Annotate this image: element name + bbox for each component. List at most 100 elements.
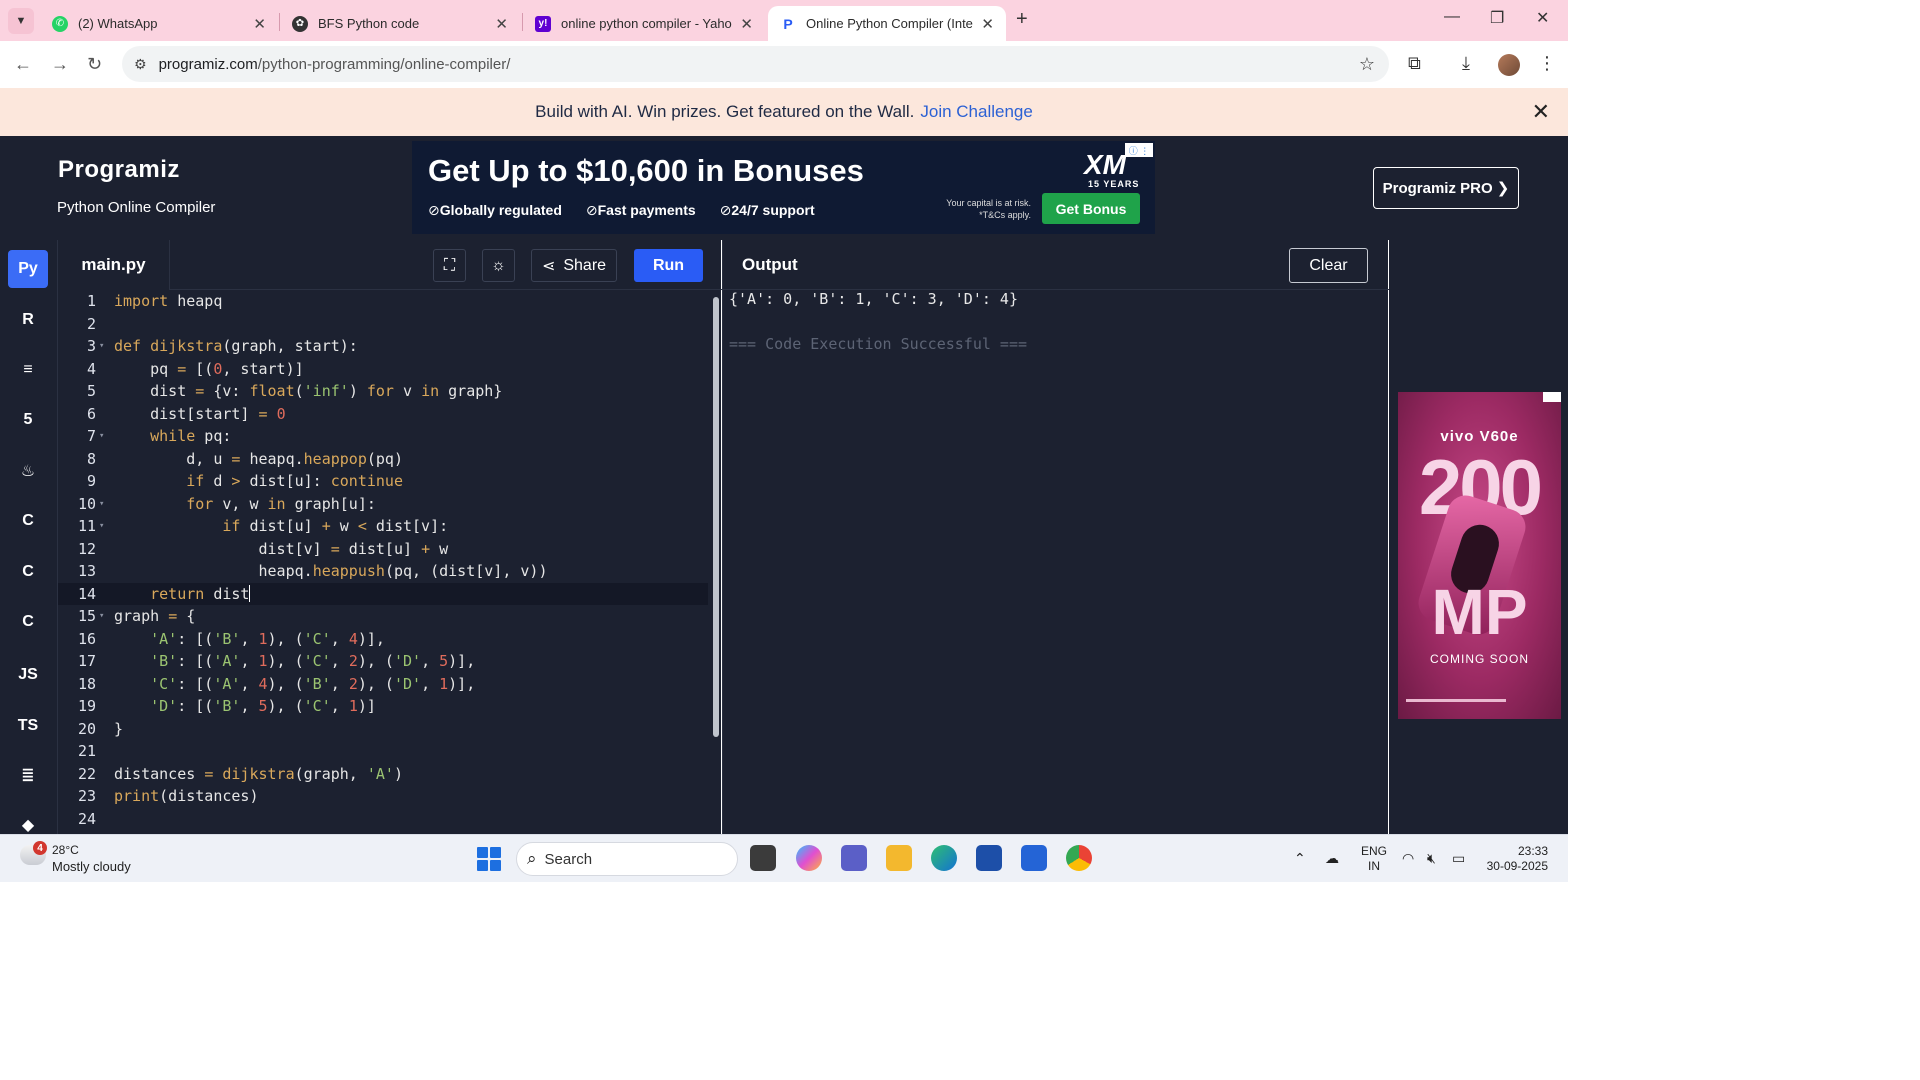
new-tab-button[interactable]: +: [1016, 8, 1028, 31]
code-line[interactable]: 19 'D': [('B', 5), ('C', 1)]: [58, 695, 708, 717]
language-indicator[interactable]: ENG IN: [1361, 844, 1387, 874]
fold-toggle-icon[interactable]: ▾: [99, 493, 104, 515]
ad-banner[interactable]: Get Up to $10,600 in Bonuses Globally re…: [412, 141, 1155, 234]
stack-icon[interactable]: ≣: [8, 756, 48, 794]
fold-toggle-icon[interactable]: ▾: [99, 425, 104, 447]
tab-search-button[interactable]: ▼: [8, 8, 34, 34]
weather-description[interactable]: Mostly cloudy: [52, 859, 131, 874]
code-line[interactable]: 12 dist[v] = dist[u] + w: [58, 538, 708, 560]
task-view-icon[interactable]: [750, 845, 776, 871]
programiz-pro-button[interactable]: Programiz PRO ❯: [1373, 167, 1519, 209]
close-icon[interactable]: ✕: [740, 15, 753, 33]
back-icon[interactable]: ←: [14, 54, 32, 75]
close-icon[interactable]: ✕: [495, 15, 508, 33]
code-line[interactable]: 4 pq = [(0, start)]: [58, 358, 708, 380]
fullscreen-icon[interactable]: ⛶: [433, 249, 466, 282]
window-close-icon[interactable]: ✕: [1536, 8, 1549, 28]
csharp-icon[interactable]: C: [8, 603, 48, 641]
restore-icon[interactable]: ❐: [1490, 8, 1504, 28]
dell-icon[interactable]: [976, 845, 1002, 871]
address-bar[interactable]: ⚙ programiz.com/python-programming/onlin…: [122, 46, 1389, 82]
teams-icon[interactable]: [841, 845, 867, 871]
menu-icon[interactable]: ⋮: [1538, 53, 1556, 74]
tab-yahoo[interactable]: y! online python compiler - Yahoo ✕: [523, 6, 765, 41]
code-area[interactable]: 1 import heapq 2 3 ▾ def dijkstra(graph, star…: [58, 290, 722, 834]
tab-whatsapp[interactable]: ✆ (2) WhatsApp ✕: [40, 6, 278, 41]
code-line[interactable]: 13 heapq.heappush(pq, (dist[v], v)): [58, 560, 708, 582]
chevron-up-icon[interactable]: ⌃: [1294, 850, 1306, 867]
volume-muted-icon[interactable]: 🔇︎: [1427, 850, 1436, 867]
tab-programiz[interactable]: P Online Python Compiler (Interp ✕: [768, 6, 1006, 41]
code-line[interactable]: 17 'B': [('A', 1), ('C', 2), ('D', 5)],: [58, 650, 708, 672]
code-line[interactable]: 8 d, u = heapq.heappop(pq): [58, 448, 708, 470]
close-icon[interactable]: ✕: [1532, 99, 1550, 125]
profile-avatar[interactable]: [1498, 54, 1520, 76]
code-line[interactable]: 3 ▾ def dijkstra(graph, start):: [58, 335, 708, 357]
ad-info-icon[interactable]: [1543, 392, 1561, 402]
html-icon[interactable]: 5: [8, 401, 48, 439]
programiz-logo[interactable]: Programiz: [58, 156, 180, 184]
copilot-icon[interactable]: [796, 845, 822, 871]
clear-button[interactable]: Clear: [1289, 248, 1368, 283]
get-bonus-button[interactable]: Get Bonus: [1042, 193, 1140, 224]
extensions-icon[interactable]: ⧉: [1408, 53, 1421, 74]
c-icon[interactable]: C: [8, 502, 48, 540]
r-icon[interactable]: R: [8, 301, 48, 339]
fold-toggle-icon[interactable]: ▾: [99, 605, 104, 627]
code-line[interactable]: 24: [58, 808, 708, 830]
code-line[interactable]: 6 dist[start] = 0: [58, 403, 708, 425]
java-icon[interactable]: ♨: [8, 452, 48, 490]
close-icon[interactable]: ✕: [981, 15, 994, 33]
code-line[interactable]: 23 print(distances): [58, 785, 708, 807]
bookmark-star-icon[interactable]: ☆: [1359, 54, 1375, 75]
fold-toggle-icon[interactable]: ▾: [99, 515, 104, 537]
code-line[interactable]: 16 'A': [('B', 1), ('C', 4)],: [58, 628, 708, 650]
download-icon[interactable]: ⤓: [1462, 53, 1470, 74]
file-explorer-icon[interactable]: [886, 845, 912, 871]
code-line[interactable]: 1 import heapq: [58, 290, 708, 312]
sql-icon[interactable]: ≡: [8, 351, 48, 389]
edge-icon[interactable]: [931, 845, 957, 871]
start-button[interactable]: [477, 847, 501, 871]
code-line[interactable]: 5 dist = {v: float('inf') for v in graph…: [58, 380, 708, 402]
code-line[interactable]: 20}: [58, 718, 708, 740]
reload-icon[interactable]: ↻: [87, 54, 102, 75]
taskbar-search[interactable]: ⌕ Search: [516, 842, 738, 876]
share-button[interactable]: ⋖ Share: [531, 249, 617, 282]
onedrive-icon[interactable]: ☁: [1325, 850, 1339, 867]
chrome-icon[interactable]: [1066, 845, 1092, 871]
code-line[interactable]: 2: [58, 313, 708, 335]
fold-toggle-icon[interactable]: ▾: [99, 335, 104, 357]
ts-icon[interactable]: TS: [8, 707, 48, 745]
cpp-icon[interactable]: C: [8, 553, 48, 591]
code-line[interactable]: 7 ▾ while pq:: [58, 425, 708, 447]
theme-toggle-icon[interactable]: ☼: [482, 249, 515, 282]
code-line[interactable]: 22 distances = dijkstra(graph, 'A'): [58, 763, 708, 785]
code-line[interactable]: 11 ▾ if dist[u] + w < dist[v]:: [58, 515, 708, 537]
code-text: def dijkstra(graph, start):: [114, 337, 358, 355]
site-info-icon[interactable]: ⚙: [134, 56, 147, 73]
file-tab-main[interactable]: main.py: [58, 240, 170, 290]
python-icon[interactable]: Py: [8, 250, 48, 288]
store-icon[interactable]: [1021, 845, 1047, 871]
js-icon[interactable]: JS: [8, 656, 48, 694]
minimize-icon[interactable]: —: [1444, 8, 1460, 26]
weather-temperature[interactable]: 28°C: [52, 843, 79, 857]
code-line[interactable]: 10 ▾ for v, w in graph[u]:: [58, 493, 708, 515]
code-line[interactable]: 14 return dist: [58, 582, 708, 605]
forward-icon[interactable]: →: [51, 54, 69, 75]
run-button[interactable]: Run: [634, 249, 703, 282]
code-line[interactable]: 18 'C': [('A', 4), ('B', 2), ('D', 1)],: [58, 673, 708, 695]
join-challenge-link[interactable]: Join Challenge: [920, 102, 1032, 122]
editor-scrollbar[interactable]: [713, 297, 719, 737]
code-line[interactable]: 9 if d > dist[u]: continue: [58, 470, 708, 492]
vivo-ad[interactable]: vivo V60e 200 MP COMING SOON: [1398, 392, 1561, 719]
tab-bfs[interactable]: ✿ BFS Python code ✕: [280, 6, 520, 41]
close-icon[interactable]: ✕: [253, 15, 266, 33]
clock[interactable]: 23:33 30-09-2025: [1484, 844, 1548, 874]
wifi-icon[interactable]: ◠: [1402, 850, 1414, 867]
code-line[interactable]: 21: [58, 740, 708, 762]
ad-info-icon[interactable]: ⓘ ⋮: [1125, 143, 1153, 157]
battery-icon[interactable]: ▭: [1452, 850, 1465, 867]
code-line[interactable]: 15 ▾ graph = {: [58, 605, 708, 627]
